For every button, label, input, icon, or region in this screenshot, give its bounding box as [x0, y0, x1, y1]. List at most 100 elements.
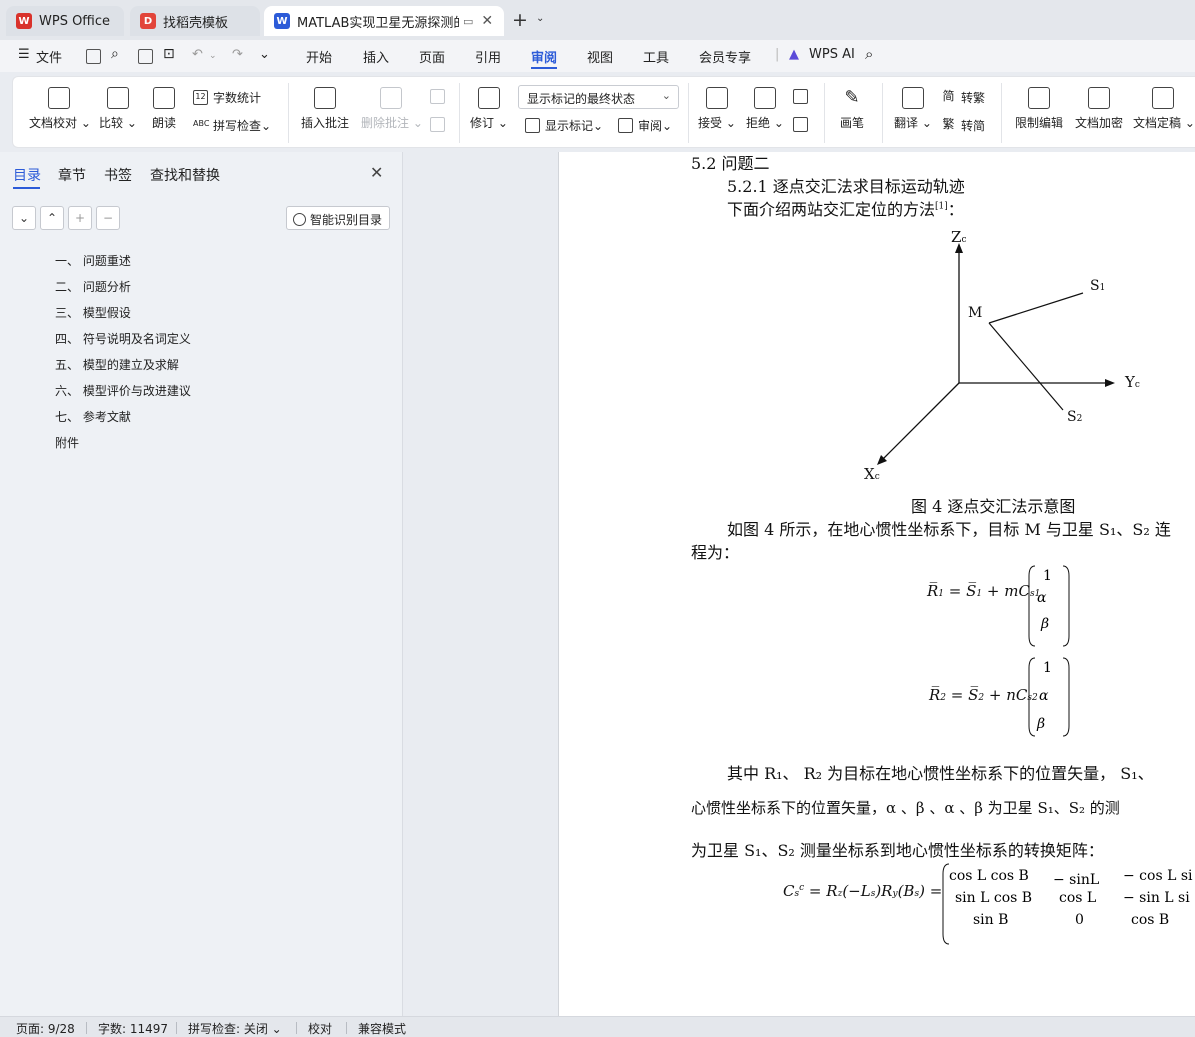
paragraph-1-continued: 程为： — [691, 543, 740, 562]
word-count-indicator[interactable]: 字数: 11497 — [98, 1020, 168, 1037]
intersection-diagram — [877, 243, 1115, 465]
menu-member[interactable]: 会员专享 — [699, 47, 751, 66]
close-pane-icon[interactable]: ✕ — [370, 163, 383, 182]
spell-check-status[interactable]: 拼写检查: 关闭 ⌄ — [188, 1020, 282, 1037]
svg-text:α: α — [1039, 688, 1049, 704]
next-change-button[interactable] — [793, 117, 813, 132]
paragraph-2: 其中 R₁、 R₂ 为目标在地心惯性坐标系下的位置矢量， S₁、 — [727, 764, 1154, 783]
menu-references[interactable]: 引用 — [475, 47, 501, 66]
next-comment-button[interactable] — [430, 117, 450, 132]
svg-text:− cos L si: − cos L si — [1123, 868, 1193, 884]
previous-change-button[interactable] — [793, 89, 813, 104]
chevron-down-icon: ⌄ — [662, 118, 673, 133]
print-preview-icon[interactable]: ⊡ — [163, 46, 175, 62]
toc-item[interactable]: 六、 模型评价与改进建议 — [55, 382, 191, 408]
toc-item[interactable]: 一、 问题重述 — [55, 252, 191, 278]
vector-bracket-1: 1 α β — [1028, 565, 1070, 647]
pen-button[interactable]: ✎ 画笔 — [836, 87, 868, 131]
document-page[interactable]: 5.2 问题二 5.2.1 逐点交汇法求目标运动轨迹 下面介绍两站交汇定位的方法… — [558, 152, 1195, 1016]
toc-item[interactable]: 四、 符号说明及名词定义 — [55, 330, 191, 356]
chevron-down-icon: ⌄ — [661, 89, 671, 102]
menu-file[interactable]: 文件 — [36, 47, 62, 66]
restrict-edit-button[interactable]: 限制编辑 — [1013, 87, 1065, 131]
reject-button[interactable]: 拒绝 ⌄ — [746, 87, 784, 131]
save-icon[interactable] — [86, 49, 101, 64]
tab-document[interactable]: W MATLAB实现卫星无源探测的 ▭ ✕ — [264, 6, 504, 36]
delete-comment-button[interactable]: 删除批注 ⌄ — [361, 87, 423, 131]
tab-find-replace[interactable]: 查找和替换 — [150, 165, 220, 185]
x-axis — [880, 382, 960, 462]
insert-comment-button[interactable]: 插入批注 — [299, 87, 351, 131]
proofread-button[interactable]: 文档校对 ⌄ — [29, 87, 91, 131]
print-icon[interactable] — [138, 49, 153, 64]
tab-sections[interactable]: 章节 — [58, 165, 86, 185]
compare-button[interactable]: 比较 ⌄ — [97, 87, 139, 131]
export-pdf-icon[interactable]: ⌕ — [111, 46, 119, 62]
menu-insert[interactable]: 插入 — [363, 47, 389, 66]
menu-page[interactable]: 页面 — [419, 47, 445, 66]
menu-tools[interactable]: 工具 — [643, 47, 669, 66]
redo-icon[interactable]: ↷ — [232, 47, 243, 62]
tab-title: WPS Office — [39, 13, 111, 29]
search-icon[interactable]: ⌕ — [865, 45, 873, 63]
word-count-button[interactable]: 12 字数统计 — [193, 89, 261, 106]
status-bar: 页面: 9/28 字数: 11497 拼写检查: 关闭 ⌄ 校对 兼容模式 — [0, 1016, 1195, 1037]
toc-item[interactable]: 三、 模型假设 — [55, 304, 191, 330]
read-aloud-button[interactable]: 朗读 — [148, 87, 180, 131]
pen-icon: ✎ — [844, 87, 860, 108]
section-heading: 5.2 问题二 — [691, 154, 770, 173]
svg-text:β: β — [1040, 616, 1049, 632]
menu-review[interactable]: 审阅 — [531, 47, 557, 66]
menu-home[interactable]: 开始 — [306, 47, 332, 66]
toc-list: 一、 问题重述 二、 问题分析 三、 模型假设 四、 符号说明及名词定义 五、 … — [55, 252, 191, 460]
translate-button[interactable]: 翻译 ⌄ — [894, 87, 932, 131]
remove-heading-button[interactable]: − — [96, 206, 120, 230]
to-traditional-button[interactable]: 简 转繁 — [941, 89, 985, 106]
to-simplified-button[interactable]: 繁 转简 — [941, 117, 985, 134]
previous-comment-button[interactable] — [430, 89, 450, 104]
line-m-s2 — [988, 322, 1064, 411]
svg-text:cos L cos B: cos L cos B — [949, 868, 1029, 884]
hamburger-icon[interactable]: ☰ — [18, 47, 30, 62]
toc-item[interactable]: 五、 模型的建立及求解 — [55, 356, 191, 382]
review-pane-button[interactable]: 审阅 ⌄ — [618, 117, 672, 134]
toc-item[interactable]: 二、 问题分析 — [55, 278, 191, 304]
wps-ai-logo-icon: ▲ — [789, 47, 799, 62]
track-changes-button[interactable]: 修订 ⌄ — [470, 87, 508, 131]
menu-wps-ai[interactable]: WPS AI — [809, 47, 855, 62]
show-markup-button[interactable]: 显示标记 ⌄ — [525, 117, 603, 134]
satellite-s1-label: S1 — [1090, 278, 1106, 294]
y-arrow — [1105, 379, 1115, 387]
accept-button[interactable]: 接受 ⌄ — [698, 87, 736, 131]
compare-icon — [107, 87, 129, 109]
add-heading-button[interactable]: + — [68, 206, 92, 230]
more-chevron-icon[interactable]: ⌄ — [259, 47, 270, 62]
page-indicator[interactable]: 页面: 9/28 — [16, 1020, 75, 1037]
expand-all-button[interactable]: ⌄ — [12, 206, 36, 230]
collapse-all-button[interactable]: ⌃ — [40, 206, 64, 230]
toc-item[interactable]: 附件 — [55, 434, 191, 460]
close-tab-icon[interactable]: ✕ — [481, 13, 493, 29]
tab-title: 找稻壳模板 — [163, 15, 229, 31]
new-tab-plus-icon[interactable]: + — [512, 9, 528, 31]
tab-wps-office[interactable]: W WPS Office — [6, 6, 124, 36]
equation-r1: R̅1 = S̅1 + mCs1 — [927, 582, 1041, 600]
encrypt-button[interactable]: 文档加密 — [1073, 87, 1125, 131]
spell-check-button[interactable]: ABC 拼写检查 ⌄ — [193, 117, 271, 134]
toc-item[interactable]: 七、 参考文献 — [55, 408, 191, 434]
markup-state-select[interactable]: 显示标记的最终状态 ⌄ — [518, 85, 679, 109]
proof-status[interactable]: 校对 — [308, 1020, 332, 1037]
chevron-down-icon[interactable]: ⌄ — [536, 13, 544, 24]
tab-docer[interactable]: D 找稻壳模板 — [130, 6, 260, 36]
compat-mode: 兼容模式 — [358, 1022, 407, 1036]
tab-toc[interactable]: 目录 — [13, 165, 41, 185]
ai-toc-button[interactable]: 智能识别目录 — [286, 206, 390, 230]
chevron-down-icon[interactable]: ⌄ — [209, 51, 217, 61]
menu-view[interactable]: 视图 — [587, 47, 613, 66]
finalize-button[interactable]: 文档定稿 ⌄ — [1133, 87, 1195, 131]
tab-bookmarks[interactable]: 书签 — [104, 165, 132, 185]
monitor-icon[interactable]: ▭ — [463, 15, 473, 28]
undo-icon[interactable]: ↶ — [192, 47, 203, 62]
paragraph-4: 为卫星 S₁、S₂ 测量坐标系到地心惯性坐标系的转换矩阵： — [691, 841, 1104, 860]
equation-r2: R̅2 = S̅2 + nCs2 — [929, 686, 1038, 704]
